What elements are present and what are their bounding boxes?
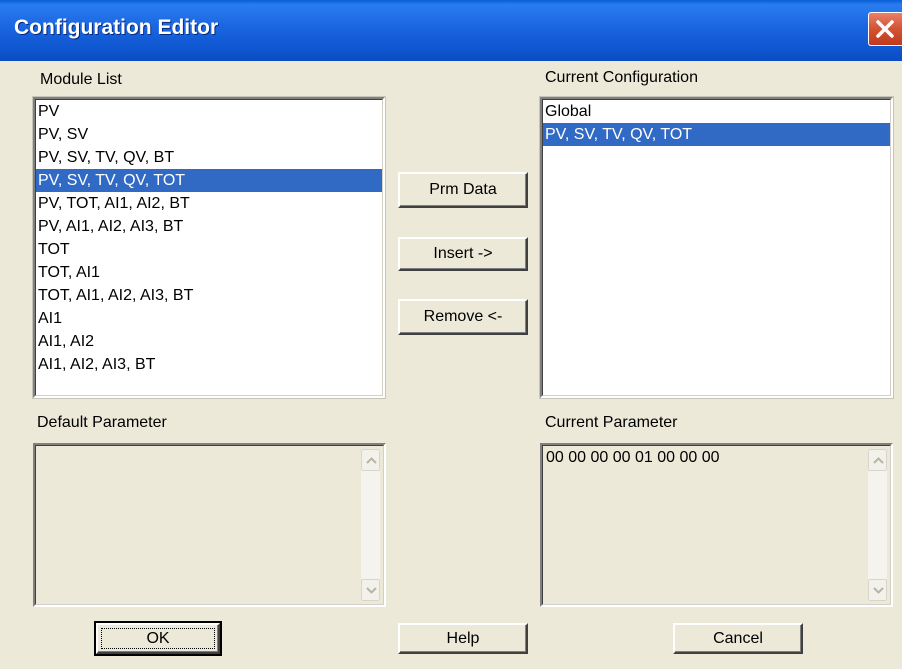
scroll-up-arrow-icon <box>366 457 377 464</box>
default-parameter-label: Default Parameter <box>37 414 167 431</box>
module-list-items: PV PV, SV PV, SV, TV, QV, BT PV, SV, TV, QV… <box>35 99 383 396</box>
list-item[interactable]: PV, SV, TV, QV, BT <box>36 146 382 169</box>
current-parameter-label: Current Parameter <box>545 414 678 431</box>
list-item[interactable]: Global <box>543 100 890 123</box>
current-parameter-scrollbar[interactable] <box>868 449 887 601</box>
list-item[interactable]: TOT, AI1, AI2, AI3, BT <box>36 284 382 307</box>
close-icon <box>876 20 894 38</box>
scroll-up-button[interactable] <box>868 449 887 471</box>
list-item[interactable]: TOT, AI1 <box>36 261 382 284</box>
list-item[interactable]: PV, TOT, AI1, AI2, BT <box>36 192 382 215</box>
scroll-down-arrow-icon <box>873 587 884 594</box>
ok-button[interactable]: OK <box>94 621 222 656</box>
cancel-button[interactable]: Cancel <box>673 623 803 654</box>
list-item[interactable]: PV <box>36 100 382 123</box>
current-parameter-field[interactable]: 00 00 00 00 01 00 00 00 <box>540 443 893 607</box>
list-item[interactable]: AI1, AI2 <box>36 330 382 353</box>
title-bar: Configuration Editor <box>0 0 902 61</box>
list-item[interactable]: AI1, AI2, AI3, BT <box>36 353 382 376</box>
scroll-up-arrow-icon <box>873 457 884 464</box>
scroll-up-button[interactable] <box>361 449 380 471</box>
list-item[interactable]: TOT <box>36 238 382 261</box>
module-list[interactable]: PV PV, SV PV, SV, TV, QV, BT PV, SV, TV, QV… <box>33 97 385 398</box>
help-button[interactable]: Help <box>398 623 528 654</box>
default-parameter-scrollbar[interactable] <box>361 449 380 601</box>
list-item[interactable]: PV, AI1, AI2, AI3, BT <box>36 215 382 238</box>
list-item[interactable]: PV, SV, TV, QV, TOT <box>36 169 382 192</box>
insert-button[interactable]: Insert -> <box>398 237 528 271</box>
scroll-down-button[interactable] <box>868 579 887 601</box>
current-configuration-label: Current Configuration <box>545 69 698 86</box>
default-parameter-field[interactable] <box>33 443 386 607</box>
list-item[interactable]: AI1 <box>36 307 382 330</box>
scroll-down-arrow-icon <box>366 587 377 594</box>
prm-data-button[interactable]: Prm Data <box>398 172 528 208</box>
remove-button[interactable]: Remove <- <box>398 299 528 335</box>
close-button[interactable] <box>868 12 902 46</box>
current-configuration-items: Global PV, SV, TV, QV, TOT <box>542 99 891 396</box>
list-item[interactable]: PV, SV <box>36 123 382 146</box>
current-parameter-value: 00 00 00 00 01 00 00 00 <box>546 449 720 466</box>
module-list-label: Module List <box>40 71 122 88</box>
window-title: Configuration Editor <box>14 16 219 39</box>
list-item[interactable]: PV, SV, TV, QV, TOT <box>543 123 890 146</box>
scroll-down-button[interactable] <box>361 579 380 601</box>
current-configuration-list[interactable]: Global PV, SV, TV, QV, TOT <box>540 97 893 398</box>
